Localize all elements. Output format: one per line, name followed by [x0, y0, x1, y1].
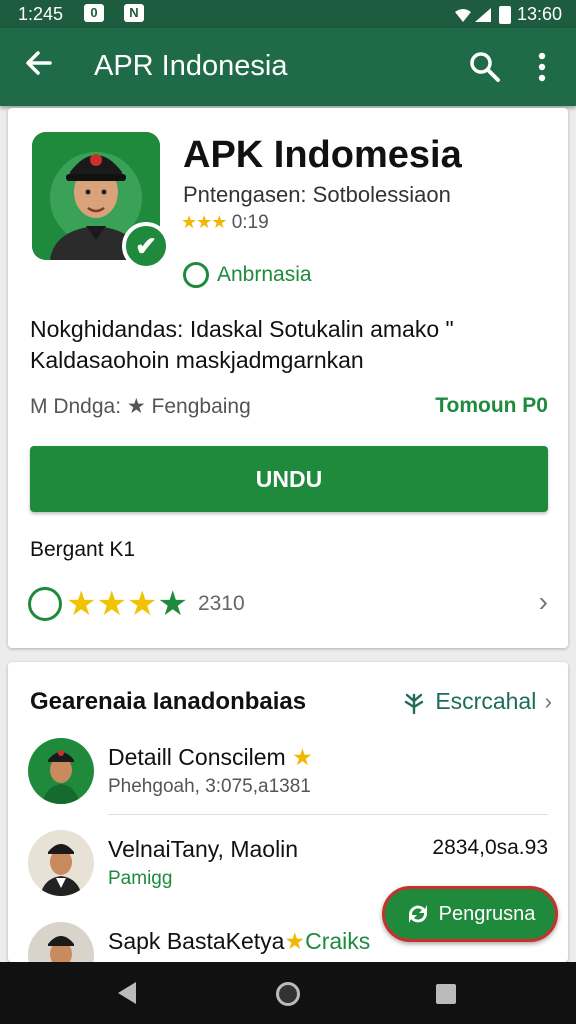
verified-check-icon: ✔: [122, 222, 170, 270]
section-title: Gearenaia Ianadonbaias: [30, 688, 307, 715]
app-description: Nokghidandas: Idaskal Sotukalin amako " …: [30, 316, 454, 373]
fab-label: Pengrusna: [438, 902, 536, 925]
star-icon: ★: [284, 928, 306, 954]
list-item-subtitle: Pamigg: [108, 868, 173, 889]
star-icon: ★: [96, 585, 127, 623]
status-clock: 13:60: [516, 4, 562, 24]
status-right: 13:60: [453, 4, 562, 25]
back-arrow-icon[interactable]: [24, 48, 54, 85]
list-item-price: 2834,0sa.93: [432, 836, 548, 859]
list-item-title: Sapk BastaKetya★Craiks: [108, 928, 371, 954]
review-stars: ★★★★: [66, 587, 188, 621]
notification-icon: N: [124, 4, 144, 22]
app-detail-card: ✔ APK Indomesia Pntengasen: Sotbolessiao…: [8, 108, 568, 648]
nav-home-icon[interactable]: [276, 982, 300, 1006]
soccer-ball-icon: [28, 587, 62, 621]
list-item-subtitle: Phehgoah, 3:075,a1381: [108, 776, 311, 797]
signal-icon: [454, 7, 491, 22]
nav-back-icon[interactable]: [118, 982, 136, 1004]
chevron-right-icon: ›: [544, 688, 552, 714]
battery-icon: [498, 5, 511, 24]
developer-name[interactable]: Pntengasen: Sotbolessiaon: [183, 182, 451, 208]
category-tag[interactable]: Anbrnasia: [183, 262, 312, 288]
category-label: Anbrnasia: [217, 263, 312, 286]
system-nav-bar: [0, 962, 576, 1024]
app-name: APK Indomesia: [183, 134, 462, 176]
app-bar-title: APR Indonesia: [94, 50, 288, 82]
more-vertical-icon[interactable]: [528, 48, 556, 86]
reviews-label: Bergant K1: [30, 538, 136, 561]
nav-recents-icon[interactable]: [436, 984, 456, 1004]
section-link[interactable]: Escrcahal ›: [401, 688, 552, 715]
rating-summary: ★★★ 0:19: [181, 212, 269, 234]
floating-action-button[interactable]: Pengrusna: [382, 886, 558, 942]
avatar: [28, 738, 94, 804]
notification-icon: 0: [84, 4, 104, 22]
rating-value: 0:19: [231, 212, 269, 233]
section-link-label: Escrcahal: [435, 688, 537, 714]
star-icon: ★: [157, 585, 188, 623]
list-item[interactable]: Detaill Conscilem ★ Phehgoah, 3:075,a138…: [28, 738, 548, 818]
star-icon: ★: [292, 744, 313, 770]
avatar: [28, 830, 94, 896]
chevron-right-icon[interactable]: ›: [539, 586, 548, 618]
app-bar: APR Indonesia: [0, 28, 576, 106]
list-item-subtitle: Craiks: [305, 928, 371, 954]
divider: [108, 814, 548, 815]
app-meta-info: M Dndga: ★ Fengbaing: [30, 395, 251, 418]
status-time: 1:245: [18, 4, 64, 24]
review-count: 2310: [197, 592, 245, 615]
category-icon: [183, 262, 209, 288]
rating-stars: ★★★: [181, 212, 227, 232]
list-item-title: VelnaiTany, Maolin: [108, 836, 299, 862]
list-item-title: Detaill Conscilem ★: [108, 744, 313, 770]
leaf-icon: [405, 693, 424, 714]
star-icon: ★: [66, 585, 97, 623]
search-icon[interactable]: [468, 50, 502, 84]
status-bar: 1:245 0 N 13:60: [0, 0, 576, 28]
star-icon: ★: [126, 585, 158, 623]
avatar: [28, 922, 94, 962]
refresh-icon: [408, 905, 427, 923]
app-meta-link[interactable]: Tomoun P0: [435, 394, 548, 418]
install-button[interactable]: UNDU: [30, 446, 548, 512]
reviews-row[interactable]: ★★★★ 2310 ›: [28, 584, 548, 624]
